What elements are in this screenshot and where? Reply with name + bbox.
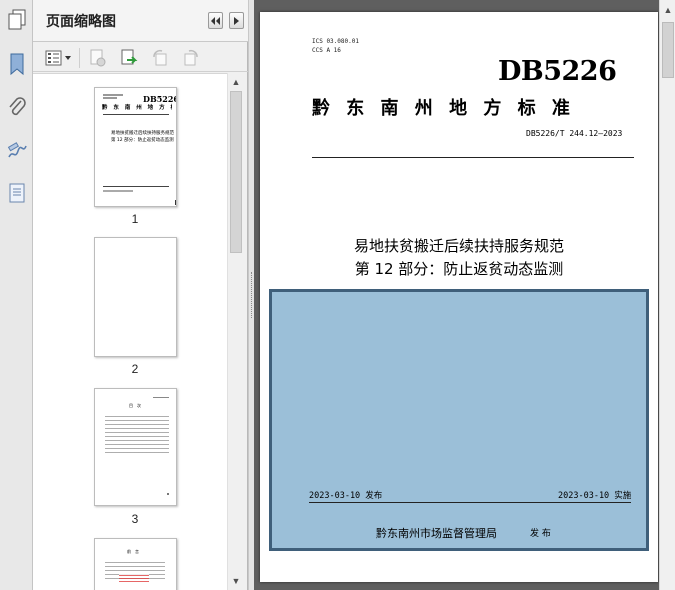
document-view: ICS 03.080.01 CCS A 16 DB5226 黔 东 南 州 地 … bbox=[254, 0, 659, 590]
thumbnail-toolbar bbox=[33, 43, 248, 72]
thumb-title-line1: 易地扶贫搬迁后续扶持服务规范 bbox=[111, 131, 174, 136]
insert-page-button[interactable] bbox=[118, 47, 140, 68]
scrollbar-thumb[interactable] bbox=[230, 91, 242, 253]
thumbnail-number-3: 3 bbox=[131, 512, 139, 526]
db-mark: DB5226 bbox=[498, 56, 617, 87]
document-title-line1: 易地扶贫搬迁后续扶持服务规范 bbox=[353, 237, 564, 255]
double-left-arrow-icon bbox=[211, 16, 220, 25]
rotate-left-icon bbox=[153, 49, 167, 65]
thumbnail-panel: 页面缩略图 DB5226 黔 东 南 州 地 方 易地扶贫搬迁后续扶持服务规范 … bbox=[33, 0, 248, 590]
page-thumbnail-4[interactable]: 前 言 bbox=[94, 538, 177, 590]
implement-date: 2023-03-10 实施 bbox=[558, 491, 632, 501]
thumb-title-line2: 第 12 部分：防止返贫动态监测 bbox=[111, 138, 174, 143]
page-selection-area[interactable]: 2023-03-10 发布 2023-03-10 实施 黔东南州市场监督管理局 … bbox=[269, 289, 649, 551]
thumb-toc-heading: 目 次 bbox=[129, 403, 141, 408]
right-arrow-icon bbox=[234, 16, 239, 25]
options-menu-button[interactable] bbox=[45, 47, 73, 68]
thumbnail-list: DB5226 黔 东 南 州 地 方 标 准 易地扶贫搬迁后续扶持服务规范 第 … bbox=[33, 73, 231, 590]
rotate-left-button[interactable] bbox=[149, 47, 171, 68]
bookmarks-icon[interactable] bbox=[4, 51, 29, 77]
thumb-foreword-heading: 前 言 bbox=[127, 549, 139, 554]
region-standard-title: 黔 东 南 州 地 方 标 准 bbox=[312, 98, 575, 119]
panel-title: 页面缩略图 bbox=[46, 14, 116, 30]
delete-page-button[interactable] bbox=[87, 47, 109, 68]
document-scrollbar[interactable]: ▲ bbox=[659, 0, 675, 590]
document-page: ICS 03.080.01 CCS A 16 DB5226 黔 东 南 州 地 … bbox=[260, 12, 658, 582]
thumbnail-number-1: 1 bbox=[131, 212, 139, 226]
attachments-icon[interactable] bbox=[4, 94, 29, 120]
issuing-authority: 黔东南州市场监督管理局 bbox=[376, 527, 497, 540]
toolbar-divider bbox=[79, 48, 80, 68]
list-options-icon bbox=[45, 50, 62, 65]
thumb-region-title: 黔 东 南 州 地 方 标 准 bbox=[102, 105, 172, 111]
rotate-right-icon bbox=[184, 49, 198, 65]
scroll-up-arrow-icon[interactable]: ▲ bbox=[228, 74, 244, 90]
signatures-icon[interactable] bbox=[4, 138, 29, 164]
page-thumbnail-2[interactable] bbox=[94, 237, 177, 357]
document-title-line2: 第 12 部分：防止返贫动态监测 bbox=[354, 260, 564, 278]
dropdown-arrow-icon bbox=[65, 55, 71, 60]
panel-header: 页面缩略图 bbox=[33, 0, 248, 42]
page-thumbnails-icon[interactable] bbox=[4, 7, 29, 33]
publish-date: 2023-03-10 发布 bbox=[309, 491, 383, 501]
expand-panel-button[interactable] bbox=[229, 12, 244, 29]
page-thumbnail-1[interactable]: DB5226 黔 东 南 州 地 方 标 准 易地扶贫搬迁后续扶持服务规范 第 … bbox=[94, 87, 177, 207]
navigation-icon-bar bbox=[0, 0, 33, 590]
scroll-down-arrow-icon[interactable]: ▼ bbox=[228, 573, 244, 589]
ics-code: ICS 03.080.01 bbox=[312, 38, 359, 45]
collapse-panel-button[interactable] bbox=[208, 12, 223, 29]
thumbnail-number-2: 2 bbox=[131, 362, 139, 376]
doc-scrollbar-thumb[interactable] bbox=[662, 22, 674, 78]
issue-label: 发 布 bbox=[530, 529, 551, 539]
insert-page-icon bbox=[121, 49, 138, 64]
delete-page-icon bbox=[90, 49, 106, 66]
doc-scroll-up-arrow-icon[interactable]: ▲ bbox=[660, 2, 675, 18]
header-rule bbox=[312, 157, 634, 158]
thumbnail-scrollbar[interactable]: ▲ ▼ bbox=[227, 73, 243, 590]
layers-icon[interactable] bbox=[4, 180, 29, 206]
ccs-code: CCS A 16 bbox=[312, 47, 341, 54]
page-thumbnail-3[interactable]: 目 次 bbox=[94, 388, 177, 506]
rotate-right-button[interactable] bbox=[180, 47, 202, 68]
footer-rule bbox=[309, 502, 631, 503]
standard-number: DB5226/T 244.12—2023 bbox=[526, 129, 623, 138]
